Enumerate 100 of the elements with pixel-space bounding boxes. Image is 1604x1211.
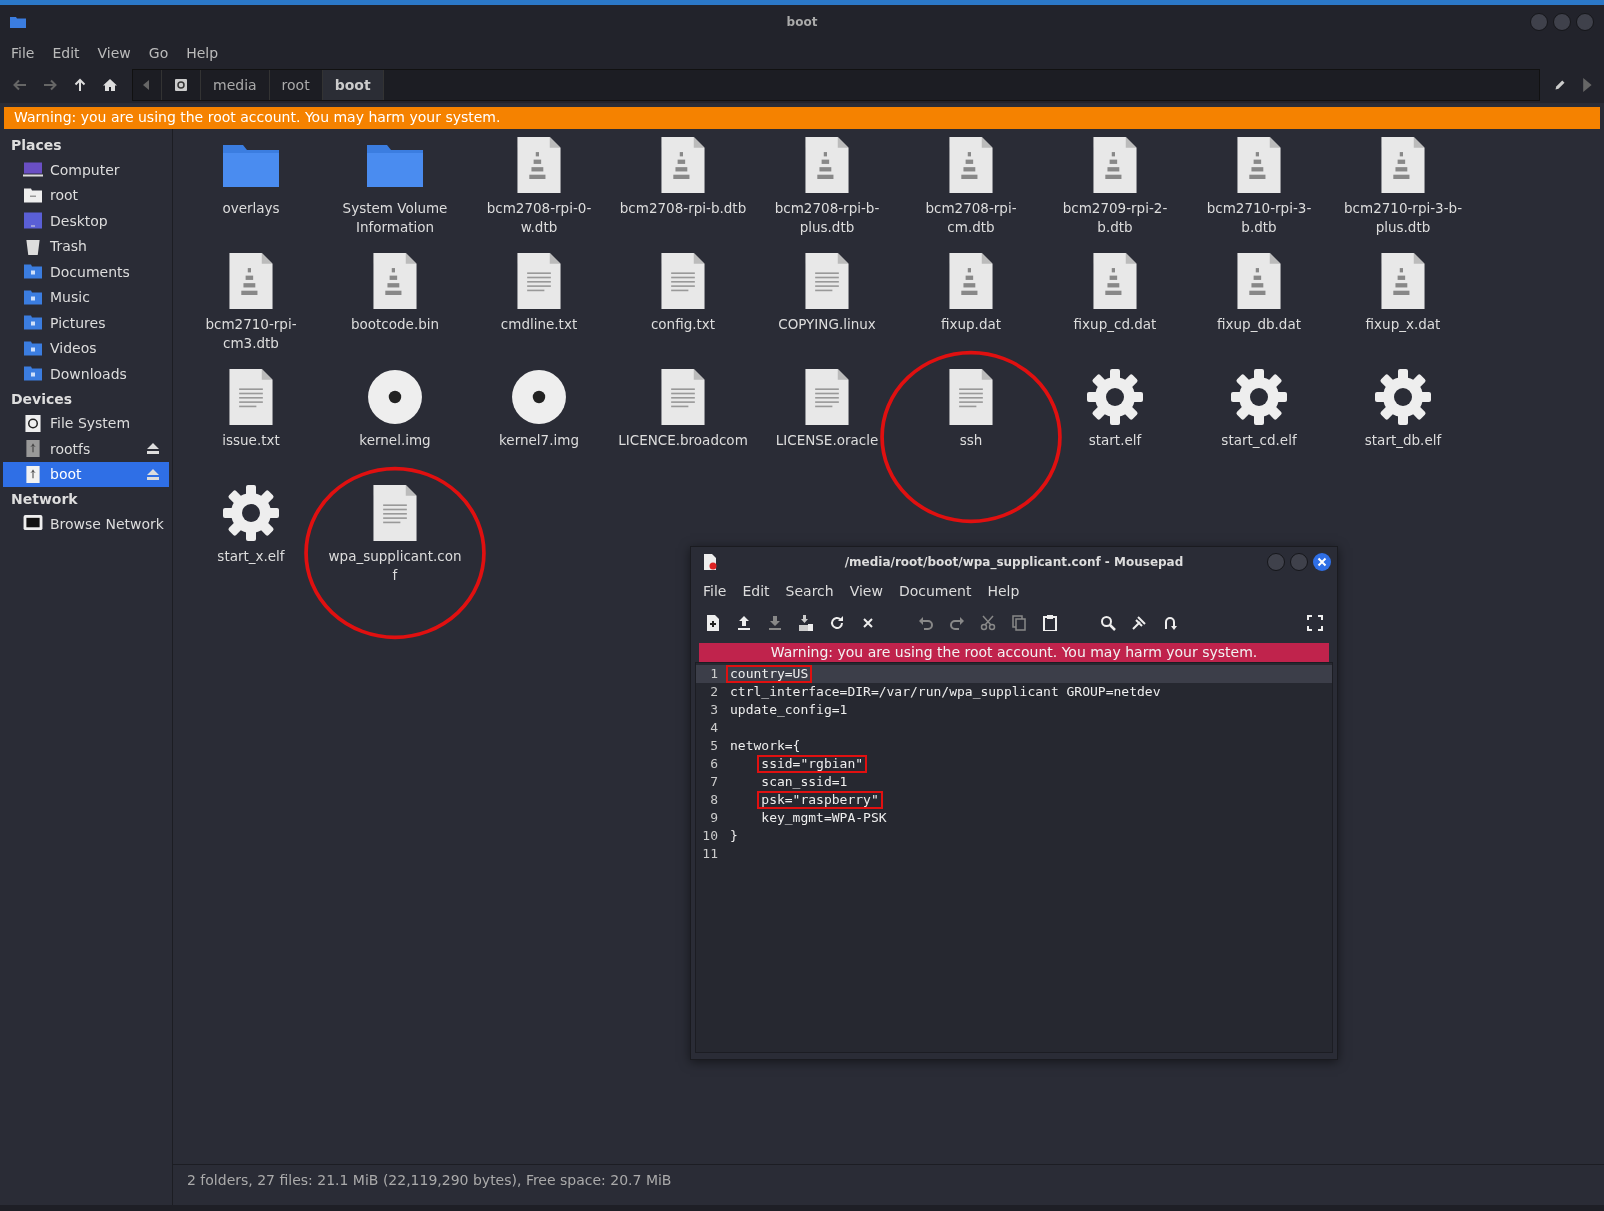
- line-number: 11: [701, 845, 719, 863]
- sidebar-item[interactable]: boot: [3, 461, 169, 487]
- pencil-icon[interactable]: [1554, 78, 1566, 92]
- sidebar-item[interactable]: File System: [3, 410, 169, 436]
- back-icon[interactable]: [12, 77, 28, 93]
- directory-entry[interactable]: config.txt: [615, 253, 751, 334]
- sidebar-item[interactable]: Pictures: [3, 310, 169, 336]
- trash-icon: [23, 237, 43, 255]
- code-line: scan_ssid=1: [760, 773, 849, 791]
- close-button[interactable]: [1313, 553, 1331, 571]
- sidebar-item[interactable]: rootfs: [3, 436, 169, 462]
- directory-entry[interactable]: bcm2710-rpi-cm3.dtb: [183, 253, 319, 353]
- sidebar-item[interactable]: Videos: [3, 335, 169, 361]
- directory-entry[interactable]: bcm2710-rpi-3-b.dtb: [1191, 137, 1327, 237]
- sidebar-item[interactable]: Downloads: [3, 361, 169, 387]
- directory-entry[interactable]: start.elf: [1047, 369, 1183, 450]
- new-document-icon[interactable]: [705, 615, 721, 631]
- jump-icon[interactable]: [1162, 615, 1178, 631]
- directory-entry[interactable]: start_cd.elf: [1191, 369, 1327, 450]
- upload-icon[interactable]: [736, 615, 752, 631]
- sidebar-item[interactable]: Desktop: [3, 208, 169, 234]
- menu-item[interactable]: Edit: [742, 583, 770, 599]
- reload-icon[interactable]: [829, 615, 845, 631]
- line-number: 2: [709, 683, 719, 701]
- scroll-right-icon[interactable]: [1580, 78, 1592, 92]
- sidebar-item[interactable]: Documents: [3, 259, 169, 285]
- folder-icon: [23, 263, 43, 281]
- folder-icon: [23, 186, 43, 204]
- sidebar-item[interactable]: Browse Network: [3, 511, 169, 537]
- directory-entry[interactable]: LICENCE.broadcom: [615, 369, 751, 450]
- directory-entry[interactable]: start_db.elf: [1335, 369, 1471, 450]
- scroll-left-icon[interactable]: [143, 80, 151, 90]
- redo-icon[interactable]: [949, 615, 965, 631]
- directory-entry[interactable]: bcm2709-rpi-2-b.dtb: [1047, 137, 1183, 237]
- folder-icon: [23, 314, 43, 332]
- menu-item[interactable]: Go: [148, 45, 169, 61]
- directory-entry[interactable]: kernel.img: [327, 369, 463, 450]
- copy-icon[interactable]: [1011, 615, 1027, 631]
- directory-entry[interactable]: COPYING.linux: [759, 253, 895, 334]
- directory-entry[interactable]: issue.txt: [183, 369, 319, 450]
- line-number: 5: [709, 737, 719, 755]
- directory-entry[interactable]: bcm2708-rpi-b.dtb: [615, 137, 751, 218]
- directory-entry[interactable]: bcm2708-rpi-b-plus.dtb: [759, 137, 895, 237]
- menu-item[interactable]: File: [703, 583, 727, 599]
- code-line: ctrl_interface=DIR=/var/run/wpa_supplicant GROUP=netdev: [729, 683, 1162, 701]
- up-icon[interactable]: [72, 77, 88, 93]
- drive-icon: [23, 414, 43, 432]
- sidebar-item[interactable]: root: [3, 182, 169, 208]
- cut-icon[interactable]: [980, 615, 996, 631]
- menu-item[interactable]: View: [849, 583, 883, 599]
- line-number: 1: [709, 665, 719, 683]
- undo-icon[interactable]: [918, 615, 934, 631]
- menu-item[interactable]: Help: [186, 45, 219, 61]
- paste-icon[interactable]: [1042, 615, 1058, 631]
- menu-item[interactable]: Search: [785, 583, 834, 599]
- folder-icon: [10, 16, 26, 28]
- replace-icon[interactable]: [1131, 615, 1147, 631]
- folder-icon: [23, 288, 43, 306]
- path-button[interactable]: boot: [322, 70, 384, 100]
- directory-entry[interactable]: kernel7.img: [471, 369, 607, 450]
- code-line: key_mgmt=WPA-PSK: [760, 809, 888, 827]
- eject-icon[interactable]: [147, 443, 159, 455]
- directory-entry[interactable]: overlays: [183, 137, 319, 218]
- directory-entry[interactable]: fixup_cd.dat: [1047, 253, 1183, 334]
- directory-entry[interactable]: System Volume Information: [327, 137, 463, 237]
- menu-item[interactable]: View: [97, 45, 131, 61]
- path-button[interactable]: media: [201, 70, 270, 100]
- home-icon[interactable]: [102, 77, 118, 93]
- search-icon[interactable]: [1100, 615, 1116, 631]
- menu-item[interactable]: Edit: [52, 45, 80, 61]
- directory-entry[interactable]: fixup.dat: [903, 253, 1039, 334]
- path-button[interactable]: root: [269, 70, 323, 100]
- menu-item[interactable]: Help: [987, 583, 1020, 599]
- directory-entry[interactable]: bcm2708-rpi-0-w.dtb: [471, 137, 607, 237]
- directory-entry[interactable]: cmdline.txt: [471, 253, 607, 334]
- directory-entry[interactable]: LICENSE.oracle: [759, 369, 895, 450]
- menu-item[interactable]: Document: [898, 583, 972, 599]
- directory-entry[interactable]: bootcode.bin: [327, 253, 463, 334]
- directory-entry[interactable]: fixup_x.dat: [1335, 253, 1471, 334]
- download-icon[interactable]: [767, 615, 783, 631]
- directory-entry[interactable]: bcm2710-rpi-3-b-plus.dtb: [1335, 137, 1471, 237]
- usb-drive-icon: [23, 440, 43, 458]
- directory-entry[interactable]: start_x.elf: [183, 485, 319, 566]
- folder-icon: [23, 365, 43, 383]
- save-as-icon[interactable]: [798, 615, 814, 631]
- monitor-icon: [23, 161, 43, 179]
- gear-icon: [223, 485, 279, 541]
- line-number: 3: [709, 701, 719, 719]
- directory-entry[interactable]: fixup_db.dat: [1191, 253, 1327, 334]
- forward-icon[interactable]: [42, 77, 58, 93]
- menu-item[interactable]: File: [11, 45, 35, 61]
- sidebar-heading: Network: [10, 490, 79, 509]
- sidebar-item[interactable]: Computer: [3, 157, 169, 183]
- directory-entry[interactable]: bcm2708-rpi-cm.dtb: [903, 137, 1039, 237]
- sidebar-item[interactable]: Trash: [3, 233, 169, 259]
- fullscreen-icon[interactable]: [1307, 615, 1323, 631]
- status-bar: 2 folders, 27 files: 21.1 MiB (22,119,290 bytes), Free space: 20.7 MiB: [173, 1164, 1604, 1195]
- text-editor[interactable]: 1 country=US 2 ctrl_interface=DIR=/var/run/wpa_supplicant GROUP=netdev 3 update_config=1 4 5 network={ 6 ssid="rgbian" 7 scan_ssid=1 8 psk="raspberry" 9 key_mgmt=WPA-PSK 10 } 11: [695, 662, 1333, 1053]
- code-line: update_config=1: [729, 701, 849, 719]
- sidebar-item[interactable]: Music: [3, 284, 169, 310]
